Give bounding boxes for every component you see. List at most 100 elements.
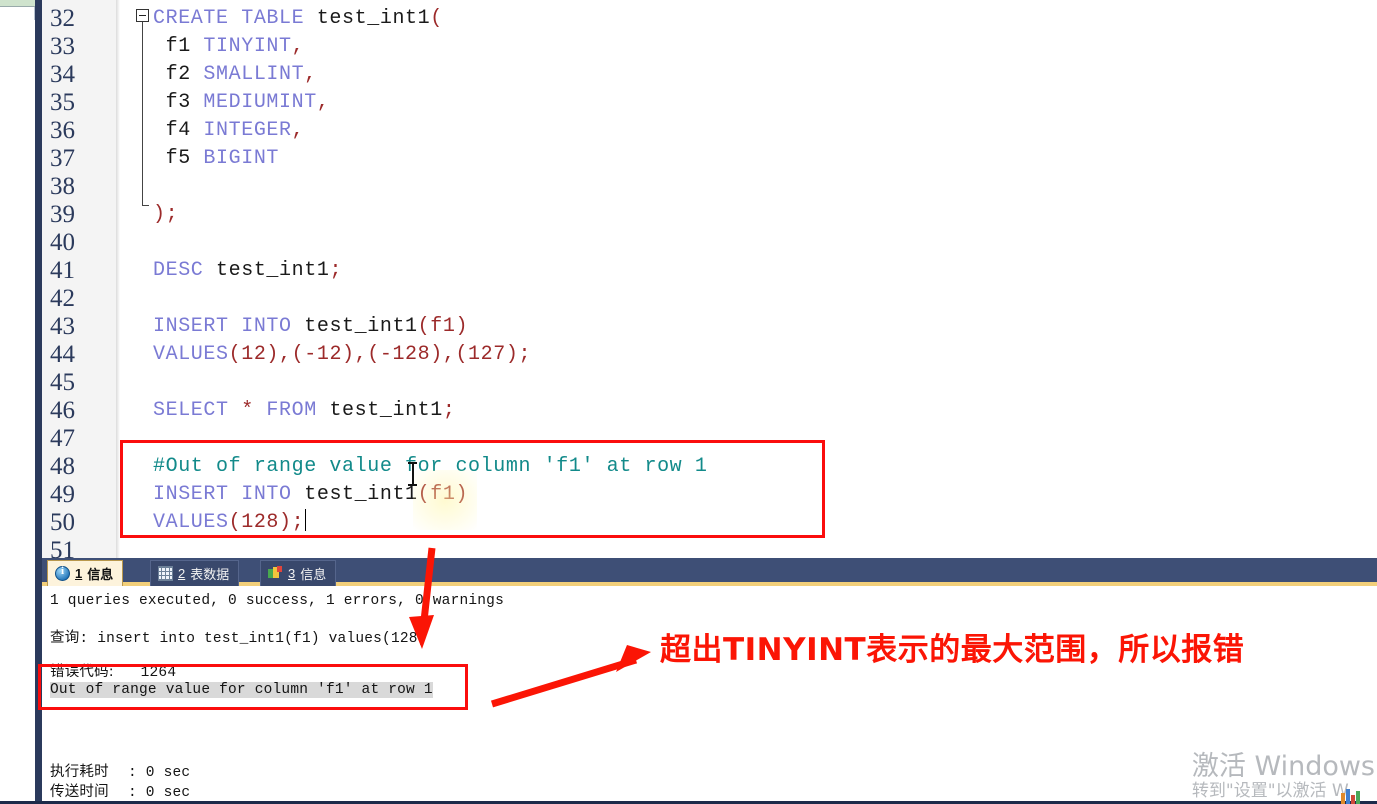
code-token-pun: ; bbox=[442, 399, 456, 422]
line-number: 41 bbox=[50, 257, 75, 284]
line-number: 35 bbox=[50, 89, 75, 116]
code-token-kw: DESC bbox=[153, 259, 217, 282]
code-token-kw: INSERT INTO bbox=[153, 315, 305, 338]
text-cursor-ibeam-icon bbox=[408, 462, 417, 486]
code-line[interactable]: 42 bbox=[35, 285, 1377, 313]
results-tab-number: 1 bbox=[75, 566, 83, 581]
code-text[interactable]: f1 TINYINT, bbox=[153, 33, 304, 61]
code-text[interactable]: f5 BIGINT bbox=[153, 145, 279, 173]
code-line[interactable]: 51 bbox=[35, 537, 1377, 558]
code-token-pun: ; bbox=[329, 259, 343, 282]
code-text[interactable]: f3 MEDIUMINT, bbox=[153, 89, 329, 117]
code-text[interactable]: INSERT INTO test_int1(f1) bbox=[153, 313, 468, 341]
code-fold-guide-line bbox=[142, 22, 143, 206]
results-tab-number: 2 bbox=[178, 566, 186, 581]
results-tab-label: 信息 bbox=[87, 567, 114, 582]
line-number: 48 bbox=[50, 453, 75, 480]
line-number: 34 bbox=[50, 61, 75, 88]
line-number: 43 bbox=[50, 313, 75, 340]
code-token-id: test_int1 bbox=[304, 315, 418, 338]
results-tab-3[interactable]: 3 信息 bbox=[260, 560, 337, 586]
code-line[interactable]: 44 VALUES(12),(-12),(-128),(127); bbox=[35, 341, 1377, 369]
code-token-id: f4 bbox=[153, 119, 204, 142]
timing-value: : 0 sec bbox=[128, 785, 191, 801]
code-text[interactable]: f2 SMALLINT, bbox=[153, 61, 317, 89]
color-pin-icon bbox=[268, 566, 283, 581]
code-highlight-box bbox=[120, 440, 825, 538]
code-token-kw: MEDIUMINT bbox=[203, 91, 317, 114]
execution-summary-line: 1 queries executed, 0 success, 1 errors,… bbox=[50, 593, 504, 609]
code-token-id: test_int1 bbox=[329, 399, 443, 422]
code-line[interactable]: 46 SELECT * FROM test_int1; bbox=[35, 397, 1377, 425]
line-number: 38 bbox=[50, 173, 75, 200]
code-token-num: (12),(-12),(-128),(127); bbox=[228, 343, 532, 366]
code-token-kw: CREATE TABLE bbox=[153, 7, 317, 30]
timing-label: 执行耗时 bbox=[50, 764, 109, 780]
results-tab-number: 3 bbox=[288, 566, 296, 581]
code-line[interactable]: 35 f3 MEDIUMINT, bbox=[35, 89, 1377, 117]
results-tab-label: 信息 bbox=[300, 567, 327, 582]
results-tab-label: 表数据 bbox=[190, 567, 230, 582]
code-token-kw: INTEGER bbox=[203, 119, 292, 142]
code-token-pun: * bbox=[241, 399, 254, 422]
code-line[interactable]: 40 bbox=[35, 229, 1377, 257]
code-token-kw: VALUES bbox=[153, 343, 229, 366]
code-token-pun: ); bbox=[153, 203, 179, 226]
line-number: 46 bbox=[50, 397, 75, 424]
line-number: 36 bbox=[50, 117, 75, 144]
line-number: 47 bbox=[50, 425, 75, 452]
line-number: 45 bbox=[50, 369, 75, 396]
results-tab-2[interactable]: 2 表数据 bbox=[150, 560, 240, 586]
line-number: 51 bbox=[50, 537, 75, 558]
line-number: 39 bbox=[50, 201, 75, 228]
line-number: 49 bbox=[50, 481, 75, 508]
code-line[interactable]: 39); bbox=[35, 201, 1377, 229]
code-token-id: f1 bbox=[153, 35, 204, 58]
line-number: 37 bbox=[50, 145, 75, 172]
code-line[interactable]: 33 f1 TINYINT, bbox=[35, 33, 1377, 61]
background-window-titlebar-sliver bbox=[0, 0, 40, 7]
code-token-id: f2 bbox=[153, 63, 204, 86]
info-icon bbox=[55, 565, 70, 581]
code-line[interactable]: 34 f2 SMALLINT, bbox=[35, 61, 1377, 89]
code-fold-collapse-icon[interactable] bbox=[136, 9, 149, 22]
code-text[interactable]: ); bbox=[153, 201, 178, 229]
code-token-pun: , bbox=[291, 35, 305, 58]
timing-row: 执行耗时: 0 sec bbox=[50, 760, 190, 781]
code-line[interactable]: 41 DESC test_int1; bbox=[35, 257, 1377, 285]
code-token-pun: , bbox=[304, 63, 317, 86]
code-text[interactable]: f4 INTEGER, bbox=[153, 117, 304, 145]
line-number: 50 bbox=[50, 509, 75, 536]
screen-root: # 整数类型 测试: TINYINT SMALLINT MEDIUMINT IN… bbox=[0, 0, 1377, 804]
line-number: 32 bbox=[50, 5, 75, 32]
watermark-title: 激活 Windows bbox=[1191, 751, 1375, 783]
code-token-pun: ( bbox=[430, 7, 443, 30]
code-line[interactable]: 43 INSERT INTO test_int1(f1) bbox=[35, 313, 1377, 341]
code-token-id: test_int1 bbox=[316, 7, 431, 30]
code-line[interactable]: 37 f5 BIGINT bbox=[35, 145, 1377, 173]
code-token-id: test_int1 bbox=[216, 259, 330, 282]
line-number: 44 bbox=[50, 341, 75, 368]
code-line[interactable]: 32 CREATE TABLE test_int1( bbox=[35, 5, 1377, 33]
code-line[interactable]: 45 bbox=[35, 369, 1377, 397]
taskbar-tray-icons bbox=[1341, 789, 1360, 804]
code-line[interactable]: 36 f4 INTEGER, bbox=[35, 117, 1377, 145]
line-number: 42 bbox=[50, 285, 75, 312]
code-text[interactable]: CREATE TABLE test_int1( bbox=[153, 5, 443, 33]
query-line: 查询: insert into test_int1(f1) values(128… bbox=[50, 626, 427, 647]
code-fold-end-marker bbox=[142, 205, 149, 206]
code-token-pun: , bbox=[316, 91, 330, 114]
code-text[interactable]: SELECT * FROM test_int1; bbox=[153, 397, 455, 425]
code-line[interactable]: 38 bbox=[35, 173, 1377, 201]
annotation-text: 超出TINYINT表示的最大范围，所以报错 bbox=[660, 632, 1245, 668]
code-token-kw: SELECT bbox=[153, 399, 242, 422]
code-token-kw: BIGINT bbox=[203, 147, 280, 170]
code-token-kw: FROM bbox=[253, 399, 330, 422]
code-text[interactable]: VALUES(12),(-12),(-128),(127); bbox=[153, 341, 531, 369]
query-label: 查询 bbox=[50, 630, 80, 646]
timing-row: 传送时间: 0 sec bbox=[50, 780, 190, 801]
error-highlight-box bbox=[38, 664, 468, 710]
results-tab-1[interactable]: 1 信息 bbox=[47, 560, 124, 586]
code-text[interactable]: DESC test_int1; bbox=[153, 257, 342, 285]
line-number: 40 bbox=[50, 229, 75, 256]
